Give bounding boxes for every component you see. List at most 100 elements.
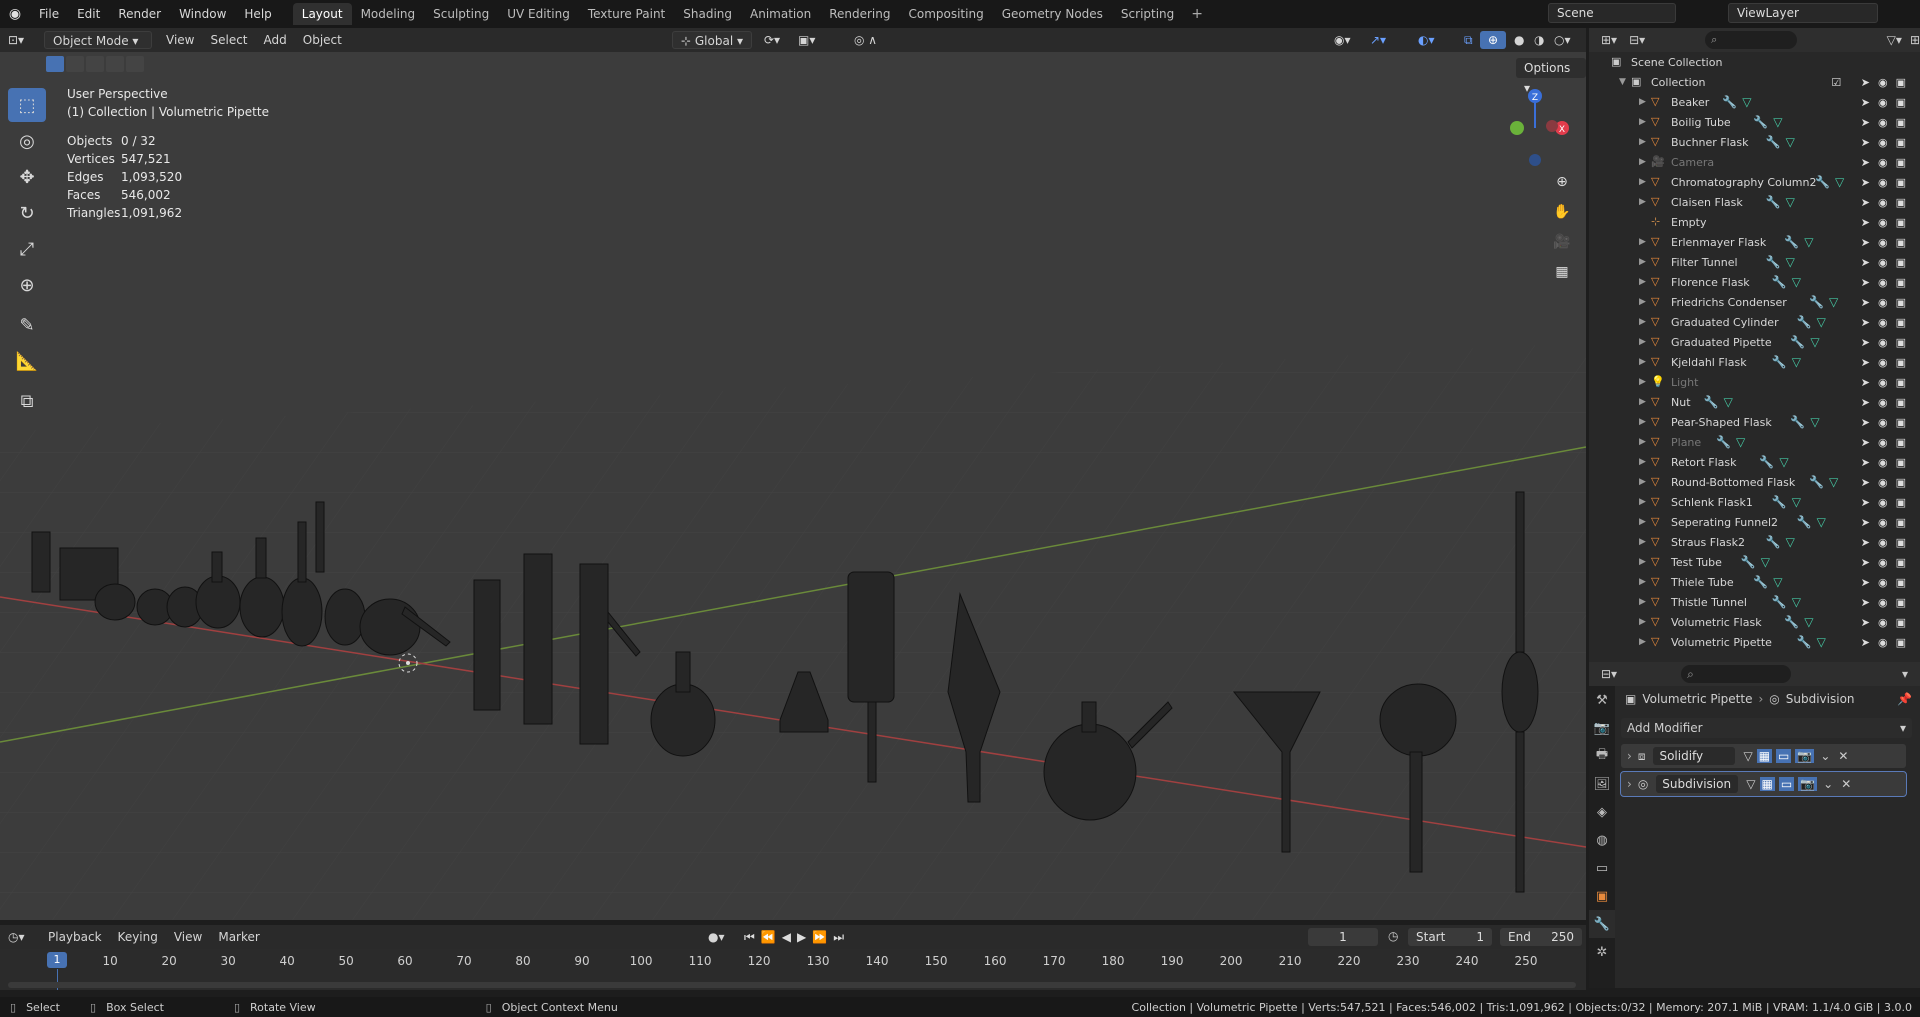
outliner-search-input[interactable]: ⌕ [1705, 31, 1797, 49]
visibility-icons[interactable]: ➤◉▣ [1861, 416, 1914, 429]
end-frame-field[interactable]: End 250 [1500, 928, 1582, 946]
timeline-scrollbar[interactable] [8, 982, 1576, 988]
outliner-item[interactable]: ▶ ▽ Kjeldahl Flask 🔧 ▽ ➤◉▣ [1589, 352, 1920, 372]
outliner-item[interactable]: ▶ ▽ Schlenk Flask1 🔧 ▽ ➤◉▣ [1589, 492, 1920, 512]
next-keyframe-icon[interactable]: ⏩ [812, 930, 827, 945]
cursor-tool-icon[interactable]: ◎ [8, 124, 46, 158]
viewport-menu-object[interactable]: Object [295, 31, 350, 49]
outliner-item[interactable]: ▶ ▽ Nut 🔧 ▽ ➤◉▣ [1589, 392, 1920, 412]
expand-arrow-icon[interactable]: ▶ [1639, 637, 1646, 647]
modifier-solidify[interactable]: › ⧈ Solidify ▽ ▦ ▭ 📷 ⌄ ✕ [1621, 744, 1906, 768]
expand-arrow-icon[interactable]: ▶ [1639, 257, 1646, 267]
edit-mode-toggle-icon[interactable]: ▽ [1743, 749, 1752, 763]
expand-arrow-icon[interactable]: ▶ [1639, 137, 1646, 147]
modifier-name-field[interactable]: Subdivision [1656, 775, 1739, 793]
menu-window[interactable]: Window [170, 0, 235, 28]
world-tab-icon[interactable]: ◍ [1589, 826, 1615, 854]
annotate-tool-icon[interactable]: ✎ [8, 308, 46, 342]
transform-tool-icon[interactable]: ⊕ [8, 268, 46, 302]
expand-arrow-icon[interactable]: ▶ [1639, 277, 1646, 287]
ortho-grid-icon[interactable]: ▦ [1549, 259, 1575, 285]
expand-arrow-icon[interactable]: ▶ [1639, 357, 1646, 367]
pin-icon[interactable]: 📌 [1897, 692, 1912, 706]
jump-end-icon[interactable]: ⏭ [833, 930, 844, 945]
rendered-shading-icon[interactable]: ○▾ [1546, 31, 1579, 49]
view-layer-selector[interactable]: ViewLayer [1728, 3, 1878, 23]
visibility-icons[interactable]: ➤◉▣ [1861, 456, 1914, 469]
expand-arrow-icon[interactable]: ▶ [1639, 197, 1646, 207]
workspace-tab-modeling[interactable]: Modeling [352, 3, 425, 25]
scene-tab-icon[interactable]: ◈ [1589, 798, 1615, 826]
expand-arrow-icon[interactable]: ▶ [1639, 437, 1646, 447]
expand-chevron-icon[interactable]: › [1627, 777, 1632, 791]
new-collection-icon[interactable]: ⊞ [1910, 33, 1920, 47]
outliner-item[interactable]: ▶ ▽ Seperating Funnel2 🔧 ▽ ➤◉▣ [1589, 512, 1920, 532]
remove-modifier-icon[interactable]: ✕ [1838, 749, 1848, 763]
outliner-item[interactable]: ▶ ▽ Pear-Shaped Flask 🔧 ▽ ➤◉▣ [1589, 412, 1920, 432]
outliner-item[interactable]: ▶ ▽ Florence Flask 🔧 ▽ ➤◉▣ [1589, 272, 1920, 292]
timeline-menu-marker[interactable]: Marker [210, 928, 267, 946]
snap-icon[interactable]: ▣▾ [790, 31, 823, 49]
outliner-item[interactable]: ▶ ▽ Round-Bottomed Flask 🔧 ▽ ➤◉▣ [1589, 472, 1920, 492]
render-toggle-icon[interactable]: 📷 [1795, 749, 1815, 763]
expand-chevron-icon[interactable]: › [1627, 749, 1632, 763]
expand-arrow-icon[interactable]: ▶ [1639, 417, 1646, 427]
workspace-tab-rendering[interactable]: Rendering [820, 3, 899, 25]
visibility-icons[interactable]: ➤◉▣ [1861, 376, 1914, 389]
outliner-item[interactable]: ▶ ▽ Volumetric Flask 🔧 ▽ ➤◉▣ [1589, 612, 1920, 632]
gizmo-toggle-icon[interactable]: ↗▾ [1362, 31, 1394, 49]
viewport-toggle-icon[interactable]: ▭ [1778, 777, 1795, 791]
move-tool-icon[interactable]: ✥ [8, 160, 46, 194]
add-cube-tool-icon[interactable]: ⧉ [8, 384, 46, 418]
collection-tab-icon[interactable]: ▭ [1589, 854, 1615, 882]
visibility-icons[interactable]: ➤◉▣ [1861, 636, 1914, 649]
viewport-menu-select[interactable]: Select [202, 31, 255, 49]
outliner-item[interactable]: ▶ ▽ Filter Tunnel 🔧 ▽ ➤◉▣ [1589, 252, 1920, 272]
visibility-icons[interactable]: ➤◉▣ [1861, 196, 1914, 209]
outliner-item[interactable]: ▶ ▽ Straus Flask2 🔧 ▽ ➤◉▣ [1589, 532, 1920, 552]
outliner-item[interactable]: ▶ ▽ Thistle Tunnel 🔧 ▽ ➤◉▣ [1589, 592, 1920, 612]
outliner-item[interactable]: ▶ ▽ Thiele Tube 🔧 ▽ ➤◉▣ [1589, 572, 1920, 592]
expand-arrow-icon[interactable]: ▶ [1639, 457, 1646, 467]
options-button[interactable]: Options ▾ [1516, 58, 1586, 95]
viewport-toggle-icon[interactable]: ▭ [1776, 749, 1792, 763]
current-frame-field[interactable]: 1 [1308, 928, 1378, 946]
record-icon[interactable]: ●▾ [700, 928, 733, 946]
visibility-icons[interactable]: ➤◉▣ [1861, 256, 1914, 269]
3d-viewport[interactable]: Z X ⬚ ◎ ✥ ↻ ⤢ ⊕ ✎ 📐 ⧉ User Perspective (… [0, 52, 1586, 920]
start-frame-field[interactable]: Start 1 [1408, 928, 1492, 946]
rotate-tool-icon[interactable]: ↻ [8, 196, 46, 230]
select-new-icon[interactable] [46, 56, 64, 72]
expand-arrow-icon[interactable]: ▶ [1639, 577, 1646, 587]
zoom-icon[interactable]: ⊕ [1549, 169, 1575, 195]
visibility-icons[interactable]: ➤◉▣ [1861, 296, 1914, 309]
current-frame-marker[interactable]: 1 [47, 952, 67, 968]
expand-arrow-icon[interactable]: ▶ [1639, 157, 1646, 167]
remove-modifier-icon[interactable]: ✕ [1841, 777, 1851, 791]
visibility-icons[interactable]: ➤◉▣ [1861, 216, 1914, 229]
cage-toggle-icon[interactable]: ▦ [1759, 777, 1775, 791]
pan-hand-icon[interactable]: ✋ [1549, 199, 1575, 225]
particles-tab-icon[interactable]: ✲ [1589, 938, 1615, 966]
expand-arrow-icon[interactable]: ▶ [1639, 237, 1646, 247]
menu-render[interactable]: Render [109, 0, 170, 28]
play-reverse-icon[interactable]: ◀ [782, 930, 791, 945]
expand-arrow-icon[interactable]: ▶ [1639, 177, 1646, 187]
outliner-item[interactable]: ▶ ▽ Claisen Flask 🔧 ▽ ➤◉▣ [1589, 192, 1920, 212]
outliner-item[interactable]: ▶ ▽ Graduated Pipette 🔧 ▽ ➤◉▣ [1589, 332, 1920, 352]
outliner-item[interactable]: ▶ ▽ Graduated Cylinder 🔧 ▽ ➤◉▣ [1589, 312, 1920, 332]
xray-icon[interactable]: ⧉ [1456, 31, 1481, 49]
workspace-tab-scripting[interactable]: Scripting [1112, 3, 1183, 25]
expand-arrow-icon[interactable]: ▶ [1639, 557, 1646, 567]
workspace-tab-animation[interactable]: Animation [741, 3, 820, 25]
visibility-icons[interactable]: ➤◉▣ [1861, 176, 1914, 189]
scene-selector[interactable]: Scene [1548, 3, 1676, 23]
menu-help[interactable]: Help [235, 0, 280, 28]
modifier-tab-icon[interactable]: 🔧 [1589, 910, 1615, 938]
expand-arrow-icon[interactable]: ▼ [1619, 77, 1626, 87]
visibility-icons[interactable]: ➤◉▣ [1861, 96, 1914, 109]
outliner-item[interactable]: ▶ ▽ Plane 🔧 ▽ ➤◉▣ [1589, 432, 1920, 452]
modifier-subdivision[interactable]: › ◎ Subdivision ▽ ▦ ▭ 📷 ⌄ ✕ [1620, 771, 1907, 797]
select-subtract-icon[interactable] [86, 56, 104, 72]
blender-logo-icon[interactable]: ◉ [0, 6, 30, 22]
